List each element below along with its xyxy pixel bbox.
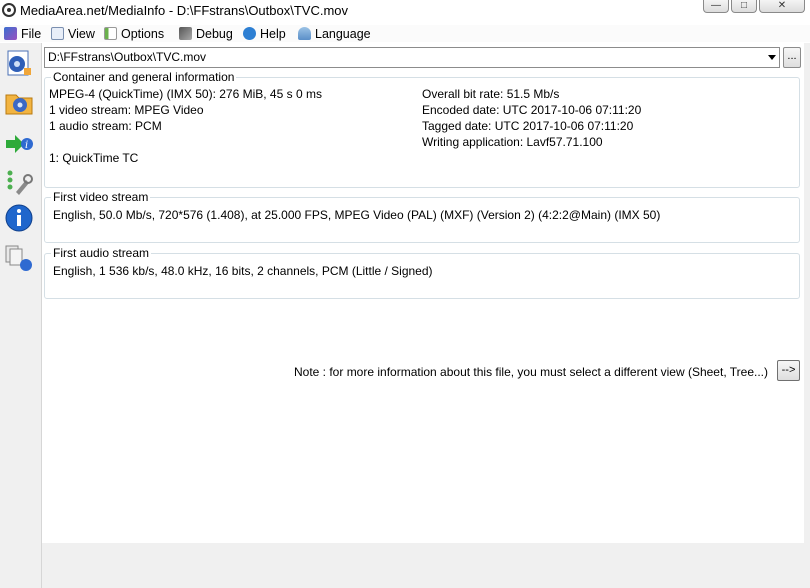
view-icon [51, 27, 64, 40]
general-right-line: Encoded date: UTC 2017-10-06 07:11:20 [422, 103, 642, 117]
open-file-icon [7, 50, 31, 76]
close-button[interactable]: ✕ [759, 0, 805, 13]
audio-stream-title: First audio stream [51, 246, 152, 260]
mediainfo-app-icon [2, 3, 16, 17]
menu-file[interactable]: File [4, 26, 41, 42]
general-right-line: Tagged date: UTC 2017-10-06 07:11:20 [422, 119, 634, 133]
about-icon [5, 204, 33, 232]
general-left-line: 1 audio stream: PCM [49, 119, 162, 133]
open-folder-icon [5, 94, 33, 115]
sidebar-toolbar: i [0, 43, 42, 588]
open-file-button[interactable] [4, 48, 34, 78]
view-note: Note : for more information about this f… [294, 365, 768, 379]
video-stream-title: First video stream [51, 190, 151, 204]
minimize-button[interactable]: — [703, 0, 729, 13]
export-icon: i [6, 135, 33, 153]
options-icon [104, 27, 117, 40]
help-icon [243, 27, 256, 40]
browse-button[interactable]: ... [783, 47, 801, 68]
general-left-line: MPEG-4 (QuickTime) (IMX 50): 276 MiB, 45… [49, 87, 322, 101]
preferences-icon [7, 170, 33, 195]
preferences-button[interactable] [4, 167, 34, 197]
menu-file-label: File [21, 27, 42, 41]
change-view-button[interactable]: --> [777, 360, 800, 381]
general-left-line: 1 video stream: MPEG Video [49, 103, 204, 117]
language-icon [298, 27, 311, 40]
video-stream-line: English, 50.0 Mb/s, 720*576 (1.408), at … [53, 208, 661, 222]
menu-options[interactable]: Options [104, 26, 164, 42]
menu-help[interactable]: Help [243, 26, 286, 42]
svg-text:i: i [25, 140, 28, 151]
about-button[interactable] [4, 203, 34, 233]
knowledge-base-icon [5, 245, 32, 271]
general-info-title: Container and general information [51, 70, 237, 84]
maximize-button[interactable]: □ [731, 0, 757, 13]
chevron-down-icon[interactable] [768, 55, 776, 60]
audio-stream-line: English, 1 536 kb/s, 48.0 kHz, 16 bits, … [53, 264, 433, 278]
open-folder-button[interactable] [4, 87, 34, 117]
menu-bar: File View Options Debug Help Language [0, 25, 810, 42]
menu-debug[interactable]: Debug [179, 26, 233, 42]
window-title: MediaArea.net/MediaInfo - D:\FFstrans\Ou… [20, 3, 349, 18]
file-path-combobox[interactable]: D:\FFstrans\Outbox\TVC.mov [44, 47, 780, 68]
menu-options-label: Options [121, 27, 165, 41]
file-icon [4, 27, 17, 40]
title-bar: MediaArea.net/MediaInfo - D:\FFstrans\Ou… [0, 0, 810, 22]
menu-help-label: Help [260, 27, 286, 41]
export-button[interactable]: i [4, 129, 34, 159]
general-left-line: 1: QuickTime TC [49, 151, 139, 165]
debug-icon [179, 27, 192, 40]
general-right-line: Overall bit rate: 51.5 Mb/s [422, 87, 560, 101]
menu-view-label: View [68, 27, 95, 41]
knowledge-base-button[interactable] [4, 243, 34, 273]
general-right-line: Writing application: Lavf57.71.100 [422, 135, 603, 149]
menu-view[interactable]: View [51, 26, 95, 42]
menu-language[interactable]: Language [298, 26, 371, 42]
file-path-value: D:\FFstrans\Outbox\TVC.mov [48, 50, 207, 64]
menu-debug-label: Debug [196, 27, 233, 41]
menu-language-label: Language [315, 27, 371, 41]
